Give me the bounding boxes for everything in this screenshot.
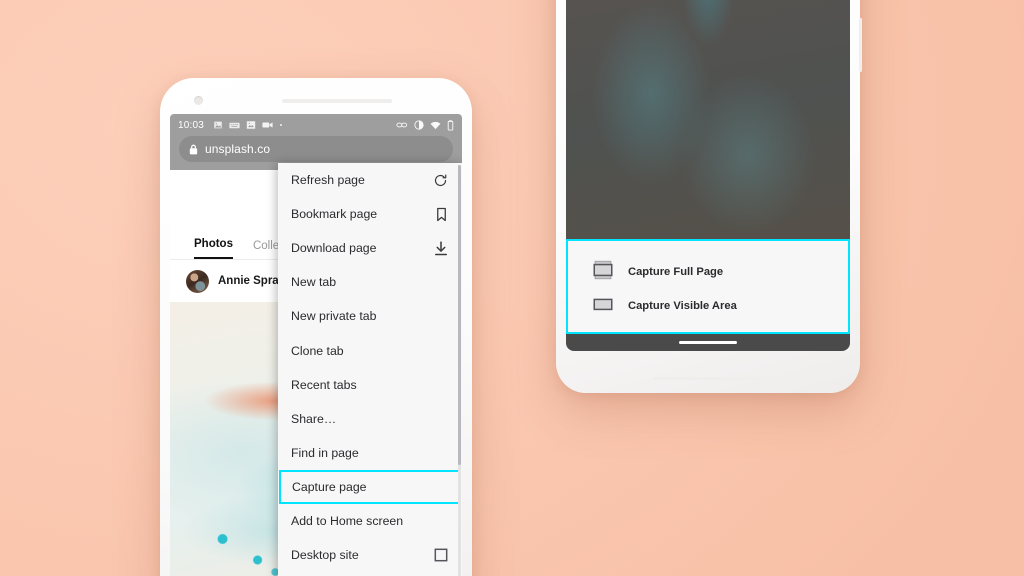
menu-item-refresh-page[interactable]: Refresh page xyxy=(278,163,462,197)
menu-item-new-tab[interactable]: New tab xyxy=(278,265,462,299)
status-bar: 10:03 xyxy=(170,114,462,136)
capture-option-full-page[interactable]: Capture Full Page xyxy=(592,255,848,289)
link-icon xyxy=(396,122,408,128)
phone-right-screen: Capture Full Page Capture Visible Area xyxy=(566,0,850,351)
video-camera-icon xyxy=(262,122,273,128)
menu-item-label: New private tab xyxy=(291,309,377,324)
site-tab-photos[interactable]: Photos xyxy=(194,238,233,259)
checkbox-unchecked-icon[interactable] xyxy=(434,548,448,562)
photo-icon xyxy=(246,121,256,129)
capture-options-panel: Capture Full Page Capture Visible Area xyxy=(566,239,850,334)
menu-item-settings[interactable]: Settings xyxy=(278,572,462,576)
dot-icon xyxy=(280,124,283,126)
phone-device-right: Capture Full Page Capture Visible Area xyxy=(556,0,862,393)
menu-item-share[interactable]: Share… xyxy=(278,402,462,436)
menu-item-bookmark-page[interactable]: Bookmark page xyxy=(278,197,462,231)
menu-item-label: Clone tab xyxy=(291,343,344,358)
menu-item-label: Desktop site xyxy=(291,548,359,563)
url-input[interactable]: unsplash.co xyxy=(179,136,453,162)
earpiece-speaker xyxy=(282,99,392,103)
do-not-disturb-icon xyxy=(414,120,424,130)
menu-item-label: Bookmark page xyxy=(291,207,378,222)
status-bar-system-icons xyxy=(396,119,454,131)
menu-scrollbar-thumb[interactable] xyxy=(457,165,461,465)
menu-item-download-page[interactable]: Download page xyxy=(278,231,462,265)
menu-item-capture-page[interactable]: Capture page xyxy=(279,469,461,504)
menu-item-label: Add to Home screen xyxy=(291,513,404,528)
avatar xyxy=(186,269,209,293)
bottom-speaker-grille xyxy=(653,377,763,380)
status-bar-clock: 10:03 xyxy=(178,119,205,131)
phone-left-screen: 10:03 unsplash.co Photos Collect Annie S… xyxy=(170,114,462,576)
download-icon[interactable] xyxy=(434,241,448,256)
capture-full-page-icon xyxy=(592,260,614,285)
menu-item-label: Download page xyxy=(291,241,377,256)
wifi-icon xyxy=(430,121,441,129)
front-camera-icon xyxy=(194,96,203,105)
bookmark-icon[interactable] xyxy=(435,207,448,222)
menu-item-label: New tab xyxy=(291,275,337,290)
android-navigation-bar xyxy=(566,334,850,351)
menu-item-recent-tabs[interactable]: Recent tabs xyxy=(278,368,462,402)
image-icon xyxy=(214,121,222,129)
refresh-icon[interactable] xyxy=(433,173,448,188)
author-name: Annie Sprat xyxy=(218,275,283,287)
screenshot-canvas: 10:03 unsplash.co Photos Collect Annie S… xyxy=(0,0,1024,576)
capture-option-label: Capture Full Page xyxy=(628,266,724,278)
url-text: unsplash.co xyxy=(205,142,271,156)
menu-item-label: Share… xyxy=(291,411,337,426)
status-bar-notifications xyxy=(213,120,283,130)
menu-item-label: Capture page xyxy=(292,479,367,494)
menu-item-find-in-page[interactable]: Find in page xyxy=(278,436,462,470)
power-button[interactable] xyxy=(859,18,862,72)
menu-item-label: Refresh page xyxy=(291,173,365,188)
lock-icon xyxy=(189,144,198,154)
menu-item-add-to-home-screen[interactable]: Add to Home screen xyxy=(278,504,462,538)
keyboard-icon xyxy=(229,122,240,128)
menu-item-desktop-site[interactable]: Desktop site xyxy=(278,538,462,572)
phone-device-left: 10:03 unsplash.co Photos Collect Annie S… xyxy=(160,78,472,576)
menu-item-label: Recent tabs xyxy=(291,377,357,392)
gesture-pill[interactable] xyxy=(679,341,737,344)
phone-left-bezel-top xyxy=(170,88,462,114)
capture-option-label: Capture Visible Area xyxy=(628,300,737,312)
capture-visible-area-icon xyxy=(592,294,614,319)
browser-context-menu: Refresh page Bookmark page Download page xyxy=(278,163,462,576)
menu-item-clone-tab[interactable]: Clone tab xyxy=(278,333,462,367)
dimmed-page-preview xyxy=(566,0,850,239)
menu-item-label: Find in page xyxy=(291,445,359,460)
capture-option-visible-area[interactable]: Capture Visible Area xyxy=(592,289,848,323)
battery-icon xyxy=(447,119,454,131)
menu-item-new-private-tab[interactable]: New private tab xyxy=(278,299,462,333)
